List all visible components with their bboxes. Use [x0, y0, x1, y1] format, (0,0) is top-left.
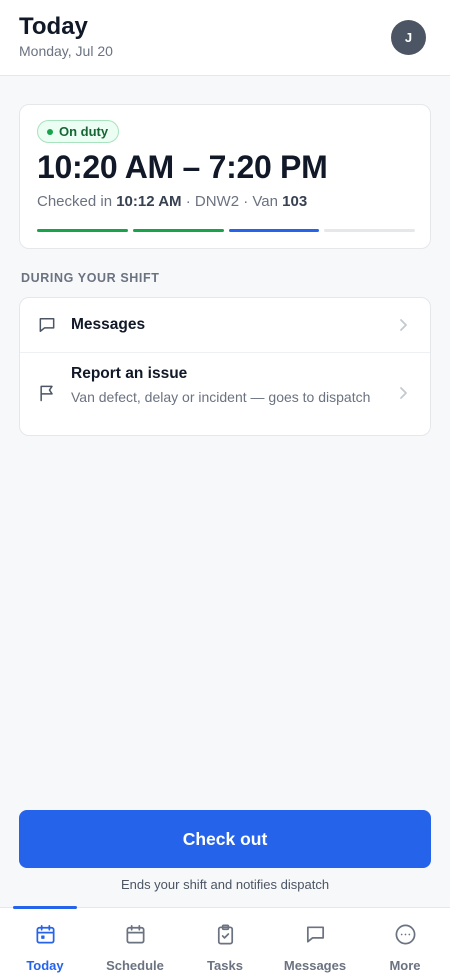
bottom-tab-bar: Today Schedule Tasks Messages More [0, 906, 450, 974]
progress-segment [228, 229, 320, 232]
report-issue-label: Report an issue [71, 365, 188, 382]
station-code: DNW2 [194, 193, 240, 210]
page-date: Monday, Jul 20 [19, 43, 113, 59]
app-header: Today Monday, Jul 20 J [0, 0, 450, 76]
tab-label: Today [26, 958, 64, 973]
status-badge-label: On duty [59, 124, 109, 139]
checked-in-time: 10:12 AM [116, 193, 182, 210]
tab-label: Messages [283, 958, 347, 973]
tab-label: More [389, 958, 421, 973]
more-circle-icon [395, 924, 416, 945]
messages-row[interactable]: Messages [20, 298, 430, 353]
active-tab-indicator [13, 906, 77, 909]
progress-segment [132, 229, 224, 232]
shift-meta: Checked in 10:12 AM · DNW2 · Van 103 [37, 193, 307, 210]
clipboard-check-icon [217, 924, 234, 945]
check-out-hint: Ends your shift and notifies dispatch [120, 877, 330, 892]
meta-separator: · [239, 193, 253, 210]
messages-row-label: Messages [71, 316, 146, 333]
report-issue-description: Van defect, delay or incident — goes to … [71, 389, 371, 405]
tab-tasks[interactable]: Tasks [180, 908, 270, 974]
progress-segment [324, 229, 415, 232]
avatar[interactable]: J [391, 20, 426, 55]
checked-in-label: Checked in [37, 193, 113, 210]
tab-label: Schedule [106, 958, 164, 973]
tab-label: Tasks [207, 958, 243, 973]
van-label: Van [252, 193, 278, 210]
chat-bubble-icon [306, 926, 325, 943]
page-title: Today [19, 13, 88, 40]
van-number: 103 [282, 193, 308, 210]
shift-progress-bar [37, 229, 415, 232]
status-badge: On duty [37, 120, 120, 143]
shift-time-range: 10:20 AM – 7:20 PM [37, 149, 328, 185]
tab-schedule[interactable]: Schedule [90, 908, 180, 974]
calendar-today-icon [36, 925, 55, 944]
status-dot-icon [47, 128, 53, 135]
meta-separator: · [181, 193, 195, 210]
calendar-icon [126, 925, 145, 944]
progress-segment [37, 229, 128, 232]
chevron-right-icon [400, 387, 407, 399]
chat-bubble-icon [39, 318, 55, 332]
tab-more[interactable]: More [360, 908, 450, 974]
shift-card: On duty 10:20 AM – 7:20 PM Checked in 10… [19, 104, 431, 249]
flag-icon [40, 385, 53, 402]
check-out-button[interactable]: Check out [19, 810, 431, 868]
shift-actions-list: Messages Report an issue Van defect, del… [19, 297, 431, 436]
chevron-right-icon [400, 319, 407, 331]
section-label: DURING YOUR SHIFT [21, 271, 160, 285]
tab-messages[interactable]: Messages [270, 908, 360, 974]
tab-today[interactable]: Today [0, 906, 90, 974]
report-issue-row[interactable]: Report an issue Van defect, delay or inc… [20, 353, 430, 435]
